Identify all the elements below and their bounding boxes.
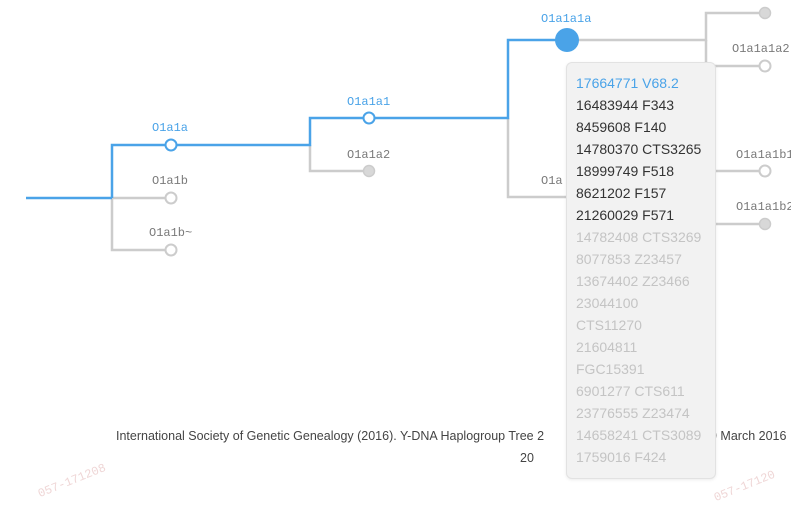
branch-o1a1a-to-o1a1a1	[170, 116, 369, 147]
snp-item: 1759016 F424	[576, 449, 667, 465]
node-o1a1a1a-selected[interactable]	[555, 28, 579, 52]
snp-item: FGC15391	[576, 361, 645, 377]
label-o1a1a1b2[interactable]: O1a1a1b2	[736, 200, 791, 214]
snp-item: 8621202 F157	[576, 185, 667, 201]
node-o1a1a[interactable]	[164, 138, 178, 152]
label-o1a1a2[interactable]: O1a1a2	[347, 148, 390, 162]
citation-line-1-right: 9 March 2016	[710, 429, 787, 443]
node-o1a1a2[interactable]	[362, 164, 376, 178]
snp-item: 18999749 F518	[576, 163, 675, 179]
snp-item: 14658241 CTS3089	[576, 427, 702, 443]
label-o1a1a1a[interactable]: O1a1a1a	[541, 12, 591, 26]
snp-item: 14782408 CTS3269	[576, 229, 702, 245]
branch-o1a1a	[110, 143, 170, 198]
snp-item: 6901277 CTS611	[576, 383, 685, 399]
label-o1a1a1[interactable]: O1a1a1	[347, 95, 390, 109]
node-o1a1a1a2[interactable]	[758, 59, 772, 73]
node-o1a1b[interactable]	[164, 191, 178, 205]
snp-item: 8077853 Z23457	[576, 251, 682, 267]
label-o1a1a1a2[interactable]: O1a1a1a2	[732, 42, 790, 56]
snp-item: 23044100	[576, 295, 639, 311]
label-o1a1a[interactable]: O1a1a	[152, 121, 188, 135]
snp-item: 14780370 CTS3265	[576, 141, 702, 157]
snp-item: 21604811	[576, 339, 638, 355]
node-top-right[interactable]	[758, 6, 772, 20]
snp-item: 21260029 F571	[576, 207, 675, 223]
label-o1a1b-tilde[interactable]: O1a1b~	[149, 226, 192, 240]
branch-o1a1b-tilde	[110, 198, 170, 252]
snp-item: 8459608 F140	[576, 119, 667, 135]
snp-item: 13674402 Z23466	[576, 273, 690, 289]
snp-list: 17664771 V68.2 16483944 F343 8459608 F140 1…	[567, 63, 715, 468]
node-o1a1a1[interactable]	[362, 111, 376, 125]
branch-o1a1a1-to-o1a1a1a	[369, 38, 567, 120]
snp-item: 16483944 F343	[576, 97, 675, 113]
snp-item: CTS11270	[576, 317, 642, 333]
label-o1a1a1b1[interactable]: O1a1a1b1	[736, 148, 791, 162]
label-o1a1a1b-partial[interactable]: O1a	[541, 174, 563, 188]
branch-top-right	[567, 11, 765, 42]
node-o1a1a1b1[interactable]	[758, 164, 772, 178]
label-o1a1b[interactable]: O1a1b	[152, 174, 188, 188]
node-o1a1b-tilde[interactable]	[164, 243, 178, 257]
snp-tooltip: 17664771 V68.2 16483944 F343 8459608 F140 1…	[566, 62, 716, 479]
node-o1a1a1b2[interactable]	[758, 217, 772, 231]
snp-item: 17664771 V68.2	[576, 75, 679, 91]
snp-item: 23776555 Z23474	[576, 405, 690, 421]
